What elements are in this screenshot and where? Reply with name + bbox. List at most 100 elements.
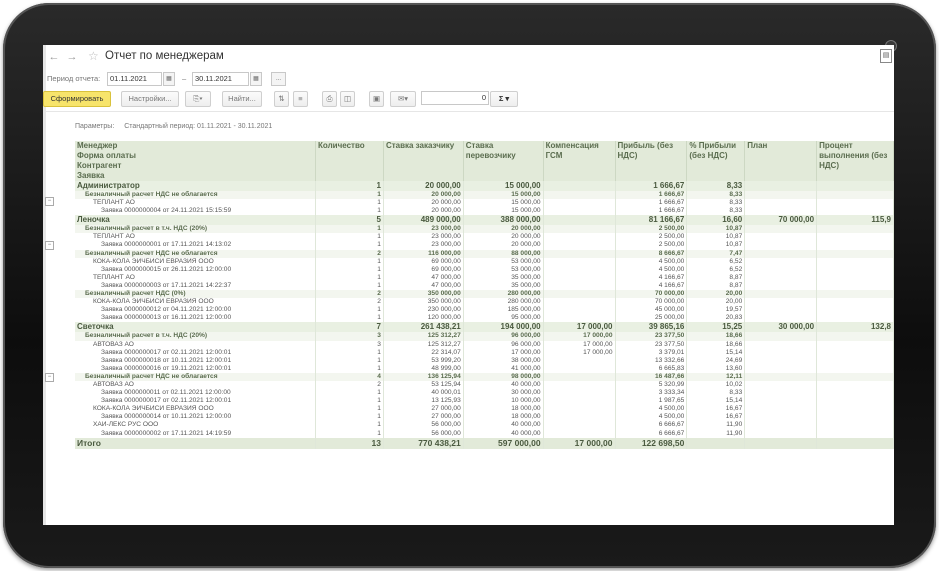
save-icon[interactable]: ▣ (369, 91, 384, 107)
row-quantity: 1 (315, 265, 384, 274)
table-row[interactable]: Заявка 0000000003 от 17.11.2021 14:22:37… (75, 281, 894, 291)
period-choose-button[interactable]: ... (271, 72, 286, 86)
row-customer-rate: 40 000,01 (383, 389, 464, 398)
back-arrow-icon[interactable]: ← (47, 50, 61, 64)
row-profit-percent: 12,11 (686, 372, 746, 381)
row-customer-rate: 120 000,00 (383, 314, 464, 323)
row-completion (816, 421, 894, 430)
save-window-icon[interactable]: ▤ (880, 49, 892, 63)
period-from-input[interactable]: 01.11.2021 (107, 72, 162, 86)
table-row[interactable]: Безналичный расчет НДС не облагается 4 136… (75, 372, 894, 381)
table-row[interactable]: Заявка 0000000017 от 02.11.2021 12:00:01… (75, 348, 894, 357)
table-row[interactable]: Администратор 1 20 000,00 15 000,00 1 666,67… (75, 181, 894, 191)
row-customer-rate: 13 125,93 (383, 397, 464, 406)
row-profit-percent: 16,60 (686, 215, 746, 226)
row-profit-percent: 19,57 (686, 306, 746, 315)
table-row[interactable]: Заявка 0000000014 от 10.11.2021 12:00:00… (75, 413, 894, 422)
table-row[interactable]: Заявка 0000000004 от 24.11.2021 15:15:59… (75, 207, 894, 216)
table-row[interactable]: АВТОВАЗ АО 3 125 312,27 96 000,00 17 000,00 2… (75, 340, 894, 349)
table-row[interactable]: Безналичный расчет НДС не облагается 1 20 … (75, 191, 894, 200)
row-name: Безналичный расчет НДС не облагается (75, 191, 317, 200)
collapse-icon[interactable]: − (45, 373, 54, 382)
row-profit-percent: 20,83 (686, 314, 746, 323)
table-row[interactable]: КОКА-КОЛА ЭЙЧБИСИ ЕВРАЗИЯ ООО 1 27 000,00 1… (75, 405, 894, 414)
row-name: Заявка 0000000001 от 17.11.2021 14:13:02 (75, 241, 317, 250)
header-profit[interactable]: Прибыль (без НДС) (615, 141, 688, 181)
report-table: Менеджер Форма оплаты Контрагент Заявка … (75, 141, 894, 449)
row-quantity: 1 (315, 348, 384, 357)
row-completion (816, 413, 894, 422)
collapse-groups-icon[interactable]: ⇅ (274, 91, 289, 107)
row-fuel (543, 273, 616, 282)
header-plan[interactable]: План (744, 141, 818, 181)
header-customer-rate[interactable]: Ставка заказчику (383, 141, 464, 181)
row-quantity: 1 (315, 356, 384, 365)
row-carrier-rate: 88 000,00 (463, 249, 544, 258)
table-row[interactable]: КОКА-КОЛА ЭЙЧБИСИ ЕВРАЗИЯ ООО 1 69 000,00 5… (75, 257, 894, 266)
row-profit-percent: 10,02 (686, 380, 746, 390)
table-row[interactable]: Заявка 0000000012 от 04.11.2021 12:00:00… (75, 306, 894, 315)
print-icon[interactable]: ⎙ (322, 91, 337, 107)
table-row[interactable]: Леночка 5 489 000,00 388 000,00 81 166,67 16,… (75, 215, 894, 226)
row-customer-rate: 489 000,00 (383, 215, 464, 226)
header-fuel-compensation[interactable]: Компенсация ГСМ (543, 141, 616, 181)
generate-button[interactable]: Сформировать (43, 91, 111, 107)
row-name: Светочка (75, 322, 317, 333)
calendar-from-icon[interactable]: ▦ (163, 72, 175, 86)
favorite-star-icon[interactable]: ☆ (88, 49, 99, 63)
forward-arrow-icon[interactable]: → (65, 50, 79, 64)
table-row[interactable]: Заявка 0000000017 от 02.11.2021 12:00:01… (75, 397, 894, 406)
variants-menu-button[interactable]: ⎘▾ (185, 91, 211, 107)
row-carrier-rate: 280 000,00 (463, 290, 544, 299)
row-customer-rate: 136 125,94 (383, 372, 464, 381)
table-row[interactable]: ТЕПЛАНТ АО 1 20 000,00 15 000,00 1 666,67 8,3… (75, 199, 894, 208)
collapse-icon[interactable]: − (45, 197, 54, 206)
find-button[interactable]: Найти... (222, 91, 262, 107)
table-row[interactable]: АВТОВАЗ АО 2 53 125,94 40 000,00 5 320,99 10,… (75, 380, 894, 390)
table-row[interactable]: Заявка 0000000013 от 16.11.2021 12:00:00… (75, 314, 894, 323)
row-completion (816, 306, 894, 315)
row-profit: 122 698,50 (615, 437, 688, 449)
period-to-input[interactable]: 30.11.2021 (192, 72, 249, 86)
header-quantity[interactable]: Количество (315, 141, 384, 181)
preview-icon[interactable]: ◫ (340, 91, 355, 107)
header-profit-percent[interactable]: % Прибыли (без НДС) (686, 141, 746, 181)
table-row[interactable]: ТЕПЛАНТ АО 1 47 000,00 35 000,00 4 166,67 8,8… (75, 273, 894, 282)
row-carrier-rate: 10 000,00 (463, 397, 544, 406)
table-row[interactable]: ТЕПЛАНТ АО 1 23 000,00 20 000,00 2 500,00 10,… (75, 233, 894, 242)
row-carrier-rate: 20 000,00 (463, 233, 544, 242)
table-row[interactable]: Заявка 0000000015 от 26.11.2021 12:00:00… (75, 265, 894, 274)
row-quantity: 1 (315, 191, 384, 200)
row-customer-rate: 22 314,07 (383, 348, 464, 357)
expand-groups-icon[interactable]: ≡ (293, 91, 308, 107)
header-completion[interactable]: Процент выполнения (без НДС) (816, 141, 894, 181)
table-row[interactable]: Заявка 0000000002 от 17.11.2021 14:19:59… (75, 429, 894, 438)
collapse-icon[interactable]: − (45, 241, 54, 250)
row-quantity: 1 (315, 405, 384, 414)
row-name: Безналичный расчет НДС не облагается (75, 249, 317, 258)
header-group[interactable]: Менеджер Форма оплаты Контрагент Заявка (75, 141, 317, 181)
table-row[interactable]: Заявка 0000000011 от 02.11.2021 12:00:00… (75, 389, 894, 398)
table-row[interactable]: Безналичный расчет в т.ч. НДС (20%) 3 125 … (75, 332, 894, 341)
table-row[interactable]: Заявка 0000000001 от 17.11.2021 14:13:02… (75, 241, 894, 250)
send-email-icon[interactable]: ✉▾ (390, 91, 416, 107)
table-row[interactable]: Заявка 0000000016 от 19.11.2021 12:00:01… (75, 364, 894, 373)
table-row[interactable]: Светочка 7 261 438,21 194 000,00 17 000,00 39… (75, 322, 894, 333)
row-profit: 4 500,00 (615, 405, 688, 414)
table-row[interactable]: Безналичный расчет НДС (0%) 2 350 000,00 28… (75, 290, 894, 299)
table-row[interactable]: Заявка 0000000018 от 10.11.2021 12:00:01… (75, 356, 894, 365)
settings-button[interactable]: Настройки... (121, 91, 179, 107)
header-carrier-rate[interactable]: Ставка перевозчику (463, 141, 544, 181)
calendar-to-icon[interactable]: ▦ (250, 72, 262, 86)
row-customer-rate: 770 438,21 (383, 437, 464, 449)
row-plan (744, 257, 818, 266)
sum-menu-button[interactable]: Σ ▾ (490, 91, 518, 107)
table-row[interactable]: КОКА-КОЛА ЭЙЧБИСИ ЕВРАЗИЯ ООО 2 350 000,00… (75, 298, 894, 307)
table-row[interactable]: Безналичный расчет НДС не облагается 2 116… (75, 249, 894, 258)
table-row[interactable]: ХАЙ-ЛЕКС РУС ООО 1 56 000,00 40 000,00 6 666… (75, 421, 894, 430)
table-row[interactable]: Безналичный расчет в т.ч. НДС (20%) 1 23 0… (75, 225, 894, 234)
header-payment-form: Форма оплаты (77, 151, 136, 160)
row-fuel (543, 314, 616, 323)
row-plan (744, 249, 818, 258)
row-fuel (543, 298, 616, 307)
